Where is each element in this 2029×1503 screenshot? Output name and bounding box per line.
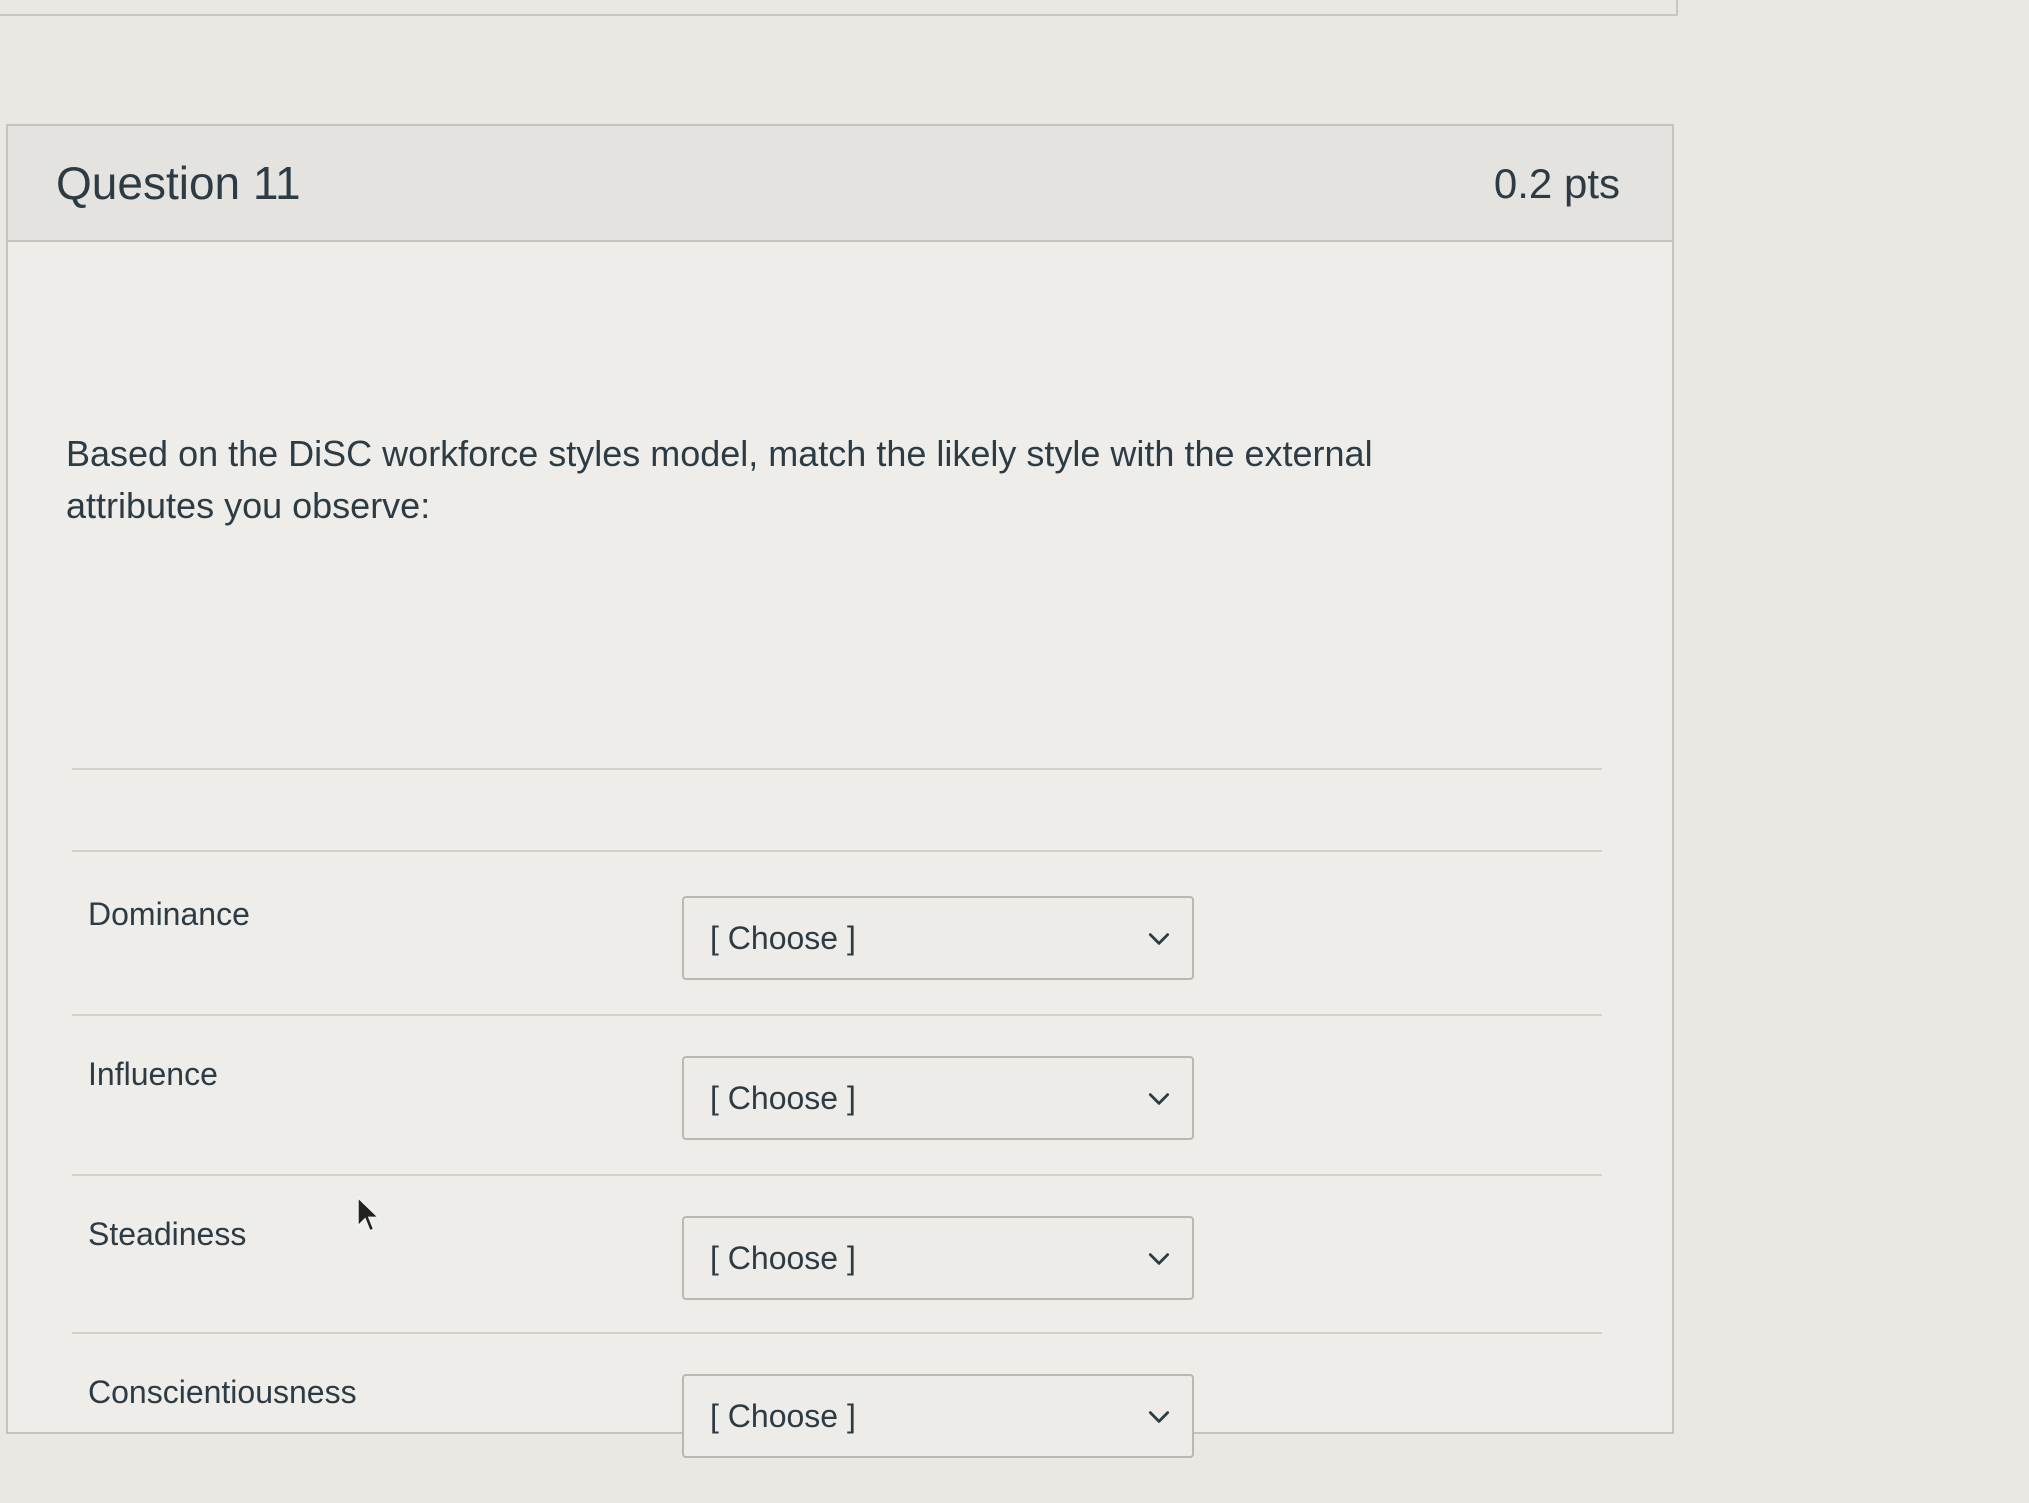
answer-dropdown[interactable]: [ Choose ]	[682, 1056, 1194, 1140]
previous-question-border	[0, 0, 1678, 16]
answer-dropdown[interactable]: [ Choose ]	[682, 896, 1194, 980]
question-header: Question 11 0.2 pts	[8, 126, 1672, 242]
chevron-down-icon	[1148, 1253, 1170, 1265]
match-label: Steadiness	[88, 1216, 247, 1252]
match-row-influence: Influence [ Choose ]	[8, 1056, 1668, 1156]
match-label: Conscientiousness	[88, 1374, 357, 1410]
chevron-down-icon	[1148, 1411, 1170, 1423]
dropdown-value: [ Choose ]	[710, 1240, 856, 1276]
chevron-down-icon	[1148, 933, 1170, 945]
divider	[72, 768, 1602, 770]
answer-dropdown[interactable]: [ Choose ]	[682, 1216, 1194, 1300]
divider	[72, 1174, 1602, 1176]
question-card: Question 11 0.2 pts Based on the DiSC wo…	[6, 124, 1674, 1458]
mouse-cursor-icon	[357, 1196, 381, 1232]
divider	[72, 1014, 1602, 1016]
match-row-steadiness: Steadiness [ Choose ]	[8, 1216, 1668, 1316]
match-label: Dominance	[88, 896, 250, 932]
divider	[72, 1332, 1602, 1334]
match-row-dominance: Dominance [ Choose ]	[8, 896, 1668, 996]
dropdown-value: [ Choose ]	[710, 1080, 856, 1116]
question-points: 0.2 pts	[1493, 160, 1620, 207]
question-text: Based on the DiSC workforce styles model…	[66, 433, 1373, 526]
divider	[72, 850, 1602, 852]
dropdown-value: [ Choose ]	[710, 920, 856, 956]
match-row-conscientiousness: Conscientiousness [ Choose ]	[8, 1374, 1668, 1474]
dropdown-value: [ Choose ]	[710, 1398, 856, 1434]
chevron-down-icon	[1148, 1093, 1170, 1105]
answer-dropdown[interactable]: [ Choose ]	[682, 1374, 1194, 1458]
question-title: Question 11	[56, 157, 301, 209]
match-label: Influence	[88, 1056, 218, 1092]
